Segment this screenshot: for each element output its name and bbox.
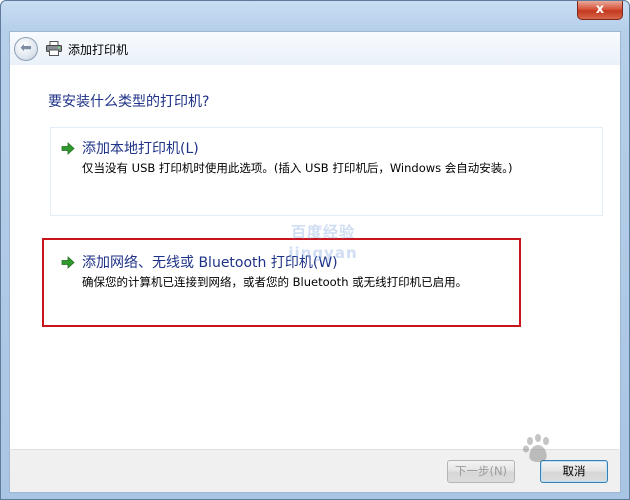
cancel-button[interactable]: 取消: [540, 460, 608, 483]
option-description: 仅当没有 USB 打印机时使用此选项。(插入 USB 打印机后，Windows …: [82, 161, 513, 175]
window-title: 添加打印机: [68, 43, 129, 57]
back-button[interactable]: ⬅: [14, 37, 38, 61]
title-bar: x: [1, 1, 629, 27]
page-question: 要安装什么类型的打印机?: [48, 94, 210, 110]
close-button[interactable]: x: [577, 1, 623, 20]
close-icon: x: [595, 2, 605, 17]
wizard-footer: 下一步(N) 取消: [9, 449, 621, 493]
green-arrow-icon: [61, 142, 75, 155]
next-button[interactable]: 下一步(N): [447, 460, 515, 483]
add-local-printer-option[interactable]: 添加本地打印机(L) 仅当没有 USB 打印机时使用此选项。(插入 USB 打印…: [50, 127, 603, 216]
back-arrow-icon: ⬅: [20, 40, 32, 56]
red-highlight-annotation: [42, 238, 521, 327]
navigation-bar: ⬅ 添加打印机: [9, 31, 621, 65]
add-printer-window: x ⬅ 添加打印机 要安装什么类型的打印机? 添加本地打印机(L) 仅当没有 U…: [0, 0, 630, 500]
option-title: 添加本地打印机(L): [82, 141, 199, 157]
printer-icon: [46, 41, 62, 56]
wizard-content: 要安装什么类型的打印机? 添加本地打印机(L) 仅当没有 USB 打印机时使用此…: [9, 65, 621, 449]
